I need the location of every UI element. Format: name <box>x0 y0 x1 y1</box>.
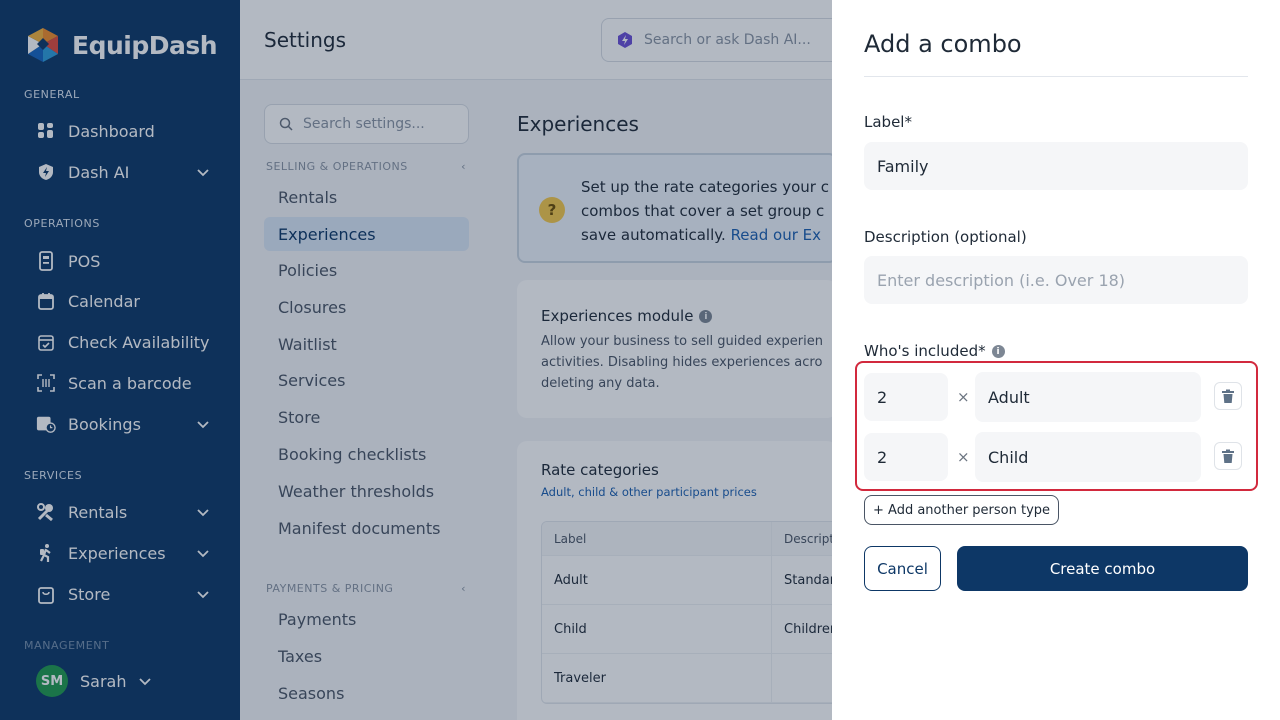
delete-person-button[interactable] <box>1214 442 1242 470</box>
person-type-input[interactable] <box>975 432 1201 482</box>
trash-icon <box>1222 449 1234 463</box>
cancel-button[interactable]: Cancel <box>864 546 941 591</box>
description-field-label: Description (optional) <box>864 228 1027 246</box>
add-combo-drawer: Add a combo Label* Description (optional… <box>832 0 1280 720</box>
person-qty-input[interactable] <box>864 373 948 421</box>
person-type-input[interactable] <box>975 372 1201 422</box>
label-input[interactable] <box>864 142 1248 190</box>
drawer-title: Add a combo <box>864 30 1022 58</box>
info-icon[interactable]: i <box>991 345 1005 358</box>
included-field-label: Who's included* i <box>864 342 1005 360</box>
label-field-label: Label* <box>864 113 912 131</box>
description-input[interactable] <box>864 256 1248 304</box>
times-symbol: × <box>957 448 970 466</box>
create-combo-button[interactable]: Create combo <box>957 546 1248 591</box>
trash-icon <box>1222 389 1234 403</box>
included-label-text: Who's included* <box>864 342 986 360</box>
add-person-type-button[interactable]: + Add another person type <box>864 495 1060 525</box>
divider <box>864 76 1248 77</box>
times-symbol: × <box>957 388 970 406</box>
person-qty-input[interactable] <box>864 433 948 481</box>
delete-person-button[interactable] <box>1214 382 1242 410</box>
